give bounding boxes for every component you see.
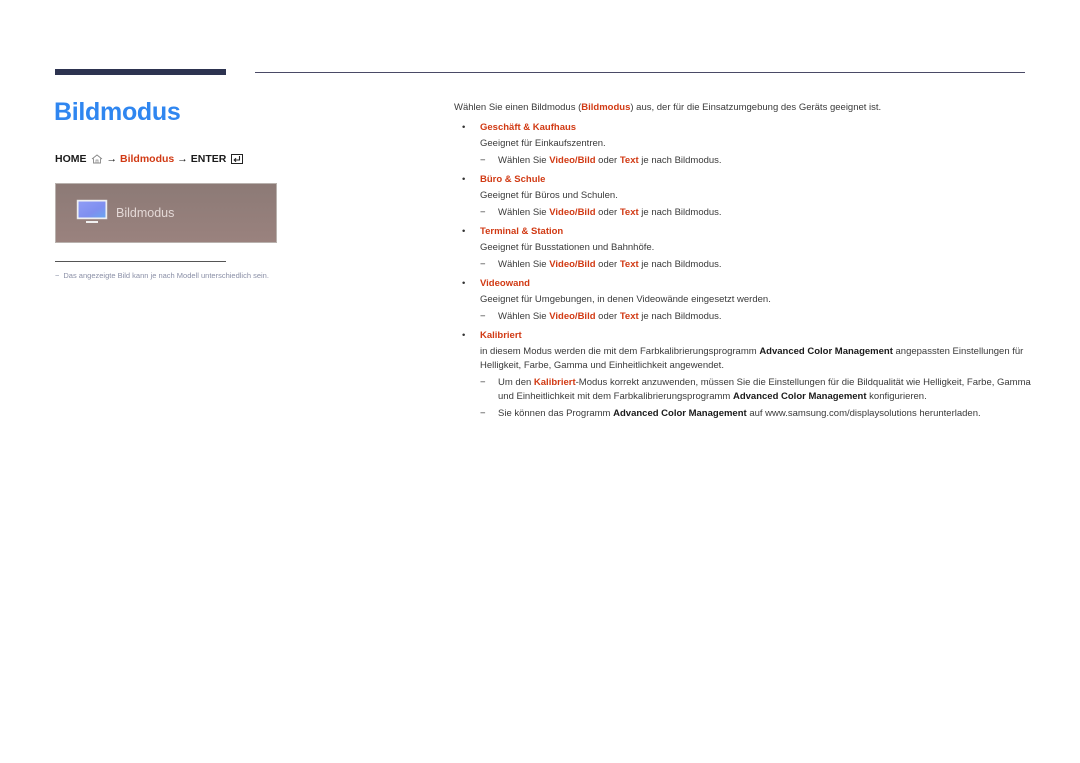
bullet: • (462, 174, 466, 185)
panel-label: Bildmodus (116, 206, 175, 220)
intro-pre: Wählen Sie einen Bildmodus ( (454, 102, 582, 113)
footnote-rule (55, 261, 226, 262)
footnote: − Das angezeigte Bild kann je nach Modell… (55, 271, 269, 280)
section-desc: Geeignet für Büros und Schulen. (480, 190, 618, 201)
note-text: Text (619, 259, 639, 270)
note-text: Text (619, 311, 639, 322)
note-mid: oder (595, 155, 620, 166)
section-desc: in diesem Modus werden die mit dem Farbk… (480, 345, 1034, 373)
note-post: je nach Bildmodus. (638, 311, 722, 322)
header-bar-thick (55, 69, 226, 75)
enter-icon (231, 154, 244, 164)
page-title: Bildmodus (54, 98, 181, 126)
note-acm: Advanced Color Management (732, 391, 867, 402)
breadcrumb-arrow: → (106, 153, 118, 165)
bildmodus-menu-preview: Bildmodus (55, 183, 277, 243)
intro-bildmodus: Bildmodus (581, 102, 631, 113)
section-heading: Terminal & Station (480, 226, 564, 237)
header-rule (255, 72, 1025, 73)
section-videowand: • Videowand Geeignet für Umgebungen, in … (454, 277, 1034, 324)
monitor-icon (76, 199, 108, 223)
note-video-bild: Video/Bild (549, 311, 596, 322)
section-heading: Videowand (480, 278, 530, 289)
section-desc: Geeignet für Einkaufszentren. (480, 138, 606, 149)
section-heading: Kalibriert (480, 330, 522, 341)
section-desc: Geeignet für Umgebungen, in denen Videow… (480, 294, 771, 305)
section-note: − Wählen Sie Video/Bild oder Text je nach… (480, 310, 1034, 324)
note-post: konfigurieren. (866, 391, 927, 402)
desc-pre: in diesem Modus werden die mit dem Farbk… (480, 346, 760, 357)
breadcrumb-home: HOME (55, 153, 87, 165)
breadcrumb-enter: ENTER (190, 153, 227, 165)
note-mid: oder (595, 259, 620, 270)
section-note: − Sie können das Programm Advanced Color … (480, 407, 1034, 421)
intro-text: Wählen Sie einen Bildmodus (Bildmodus) a… (454, 101, 1034, 115)
bullet: • (462, 122, 466, 133)
note-text: Text (619, 207, 639, 218)
note-pre: Wählen Sie (498, 155, 550, 166)
note-post: auf www.samsung.com/displaysolutions her… (746, 408, 981, 419)
note-post: je nach Bildmodus. (638, 207, 722, 218)
note-dash: − (480, 259, 486, 270)
note-dash: − (480, 377, 486, 388)
note-dash: − (480, 155, 486, 166)
note-dash: − (480, 311, 486, 322)
footnote-text: Das angezeigte Bild kann je nach Modell … (63, 271, 269, 280)
note-video-bild: Video/Bild (549, 155, 596, 166)
note-post: je nach Bildmodus. (638, 259, 722, 270)
section-note: − Wählen Sie Video/Bild oder Text je nach… (480, 206, 1034, 220)
note-pre: Wählen Sie (498, 207, 550, 218)
section-buero: • Büro & Schule Geeignet für Büros und S… (454, 173, 1034, 220)
section-heading: Geschäft & Kaufhaus (480, 122, 577, 133)
section-note: − Wählen Sie Video/Bild oder Text je nach… (480, 258, 1034, 272)
section-note: − Wählen Sie Video/Bild oder Text je nach… (480, 154, 1034, 168)
section-geschaeft: • Geschäft & Kaufhaus Geeignet für Einka… (454, 121, 1034, 168)
section-kalibriert: • Kalibriert in diesem Modus werden die … (454, 329, 1034, 421)
content: Wählen Sie einen Bildmodus (Bildmodus) a… (454, 101, 1034, 426)
bullet: • (462, 330, 466, 341)
bullet: • (462, 278, 466, 289)
note-pre: Um den (498, 377, 534, 388)
breadcrumb-bildmodus: Bildmodus (120, 153, 175, 165)
breadcrumb-arrow: → (177, 153, 188, 165)
note-video-bild: Video/Bild (549, 259, 596, 270)
bullet: • (462, 226, 466, 237)
note-pre: Wählen Sie (498, 311, 550, 322)
section-desc: Geeignet für Busstationen und Bahnhöfe. (480, 242, 655, 253)
desc-acm: Advanced Color Management (759, 346, 893, 357)
intro-post: ) aus, der für die Einsatzumgebung des G… (630, 102, 882, 113)
footnote-dash: − (55, 271, 60, 280)
note-dash: − (480, 408, 486, 419)
section-note: − Um den Kalibriert-Modus korrekt anzuwen… (480, 376, 1034, 404)
section-terminal: • Terminal & Station Geeignet für Bussta… (454, 225, 1034, 272)
note-text: Text (619, 155, 639, 166)
note-mid: oder (595, 207, 620, 218)
section-heading: Büro & Schule (480, 174, 546, 185)
note-video-bild: Video/Bild (549, 207, 596, 218)
note-post: je nach Bildmodus. (638, 155, 722, 166)
note-dash: − (480, 207, 486, 218)
note-kalibriert: Kalibriert (533, 377, 576, 388)
home-icon (91, 154, 102, 164)
breadcrumb: HOME → Bildmodus → ENTER (55, 153, 244, 165)
note-acm: Advanced Color Management (613, 408, 747, 419)
note-mid: oder (595, 311, 620, 322)
note-pre: Wählen Sie (498, 259, 550, 270)
note-pre: Sie können das Programm (498, 408, 614, 419)
